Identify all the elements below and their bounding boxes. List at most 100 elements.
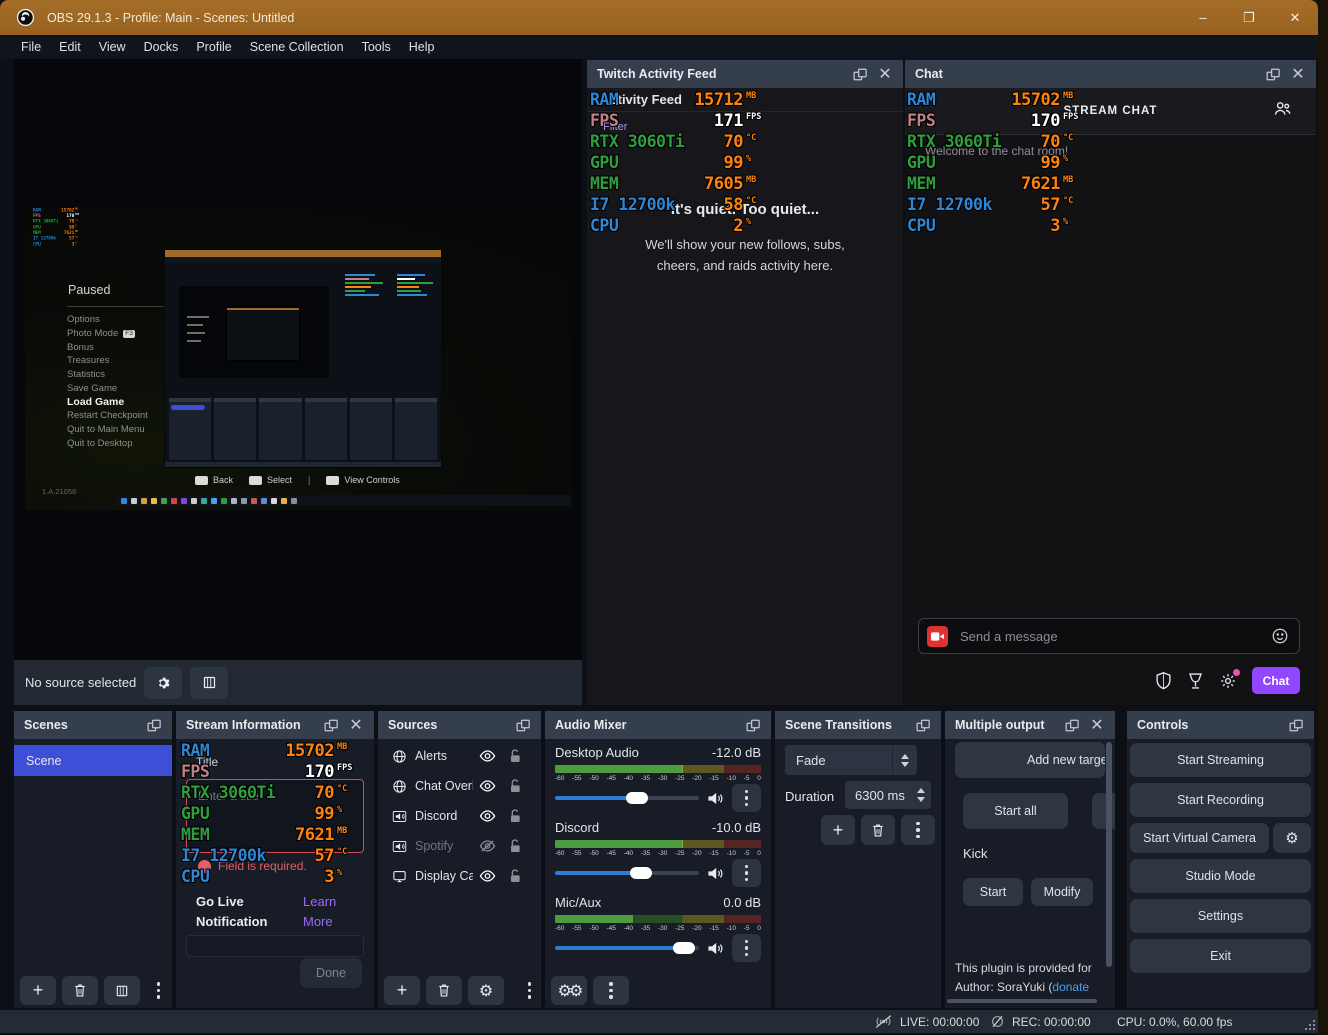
close-icon[interactable]: ✕: [1290, 67, 1306, 81]
menu-item[interactable]: Edit: [50, 37, 90, 57]
info-dock-header[interactable]: Stream Information ✕: [176, 711, 374, 739]
scene-filters-button[interactable]: [104, 976, 140, 1005]
sources-more-button[interactable]: [528, 982, 532, 999]
scenes-dock-header[interactable]: Scenes: [14, 711, 172, 739]
mixer-more-button[interactable]: [593, 976, 629, 1005]
add-transition-button[interactable]: +: [821, 815, 855, 845]
popout-icon[interactable]: [852, 67, 868, 81]
source-properties-button[interactable]: ⚙: [468, 976, 504, 1005]
resize-grip[interactable]: [1305, 1020, 1315, 1030]
multiout-dock-header[interactable]: Multiple output ✕: [945, 711, 1115, 739]
chat-send-button[interactable]: Chat: [1252, 667, 1300, 694]
start-streaming-button[interactable]: Start Streaming: [1130, 743, 1311, 777]
maximize-button[interactable]: ❐: [1226, 0, 1272, 35]
volume-slider[interactable]: [555, 796, 699, 800]
source-row[interactable]: Alerts: [378, 741, 541, 771]
sources-dock-header[interactable]: Sources: [378, 711, 541, 739]
source-row[interactable]: Chat Overlay: [378, 771, 541, 801]
menu-item[interactable]: File: [12, 37, 50, 57]
exit-button[interactable]: Exit: [1130, 939, 1311, 973]
source-row[interactable]: Display Capture: [378, 861, 541, 891]
menu-item[interactable]: Help: [400, 37, 444, 57]
channel-options-button[interactable]: [732, 784, 761, 812]
popout-icon[interactable]: [915, 718, 931, 732]
transitions-dock-header[interactable]: Scene Transitions: [775, 711, 941, 739]
popout-icon[interactable]: [745, 718, 761, 732]
remove-transition-button[interactable]: [861, 815, 895, 845]
studio-mode-button[interactable]: Studio Mode: [1130, 859, 1311, 893]
remove-scene-button[interactable]: [62, 976, 98, 1005]
vertical-scrollbar[interactable]: [1106, 742, 1112, 967]
lock-toggle[interactable]: [508, 868, 522, 884]
scenes-more-button[interactable]: [157, 982, 161, 999]
advanced-audio-button[interactable]: ⚙⚙: [551, 976, 587, 1005]
channel-options-button[interactable]: [732, 934, 761, 962]
transition-more-button[interactable]: [901, 815, 935, 845]
chat-settings-icon[interactable]: [1219, 672, 1237, 690]
mute-toggle-icon[interactable]: [707, 791, 724, 806]
transition-select[interactable]: Fade: [785, 745, 917, 775]
mixer-dock-header[interactable]: Audio Mixer: [545, 711, 771, 739]
popout-icon[interactable]: [1265, 67, 1281, 81]
bits-icon[interactable]: [1187, 672, 1204, 690]
close-icon[interactable]: ✕: [877, 67, 893, 81]
volume-slider[interactable]: [555, 871, 699, 875]
chat-input-box[interactable]: [918, 618, 1300, 654]
add-new-target-button[interactable]: Add new target: [955, 742, 1105, 778]
popout-icon[interactable]: [146, 718, 162, 732]
horizontal-scrollbar[interactable]: [947, 999, 1097, 1003]
stream-title-input[interactable]: [196, 788, 350, 804]
duration-spinner[interactable]: 6300 ms: [845, 781, 931, 809]
menu-item[interactable]: Profile: [187, 37, 240, 57]
menu-item[interactable]: Scene Collection: [241, 37, 353, 57]
title-input-invalid[interactable]: [186, 779, 364, 853]
source-properties-button[interactable]: [144, 667, 182, 699]
close-button[interactable]: ✕: [1272, 0, 1318, 35]
spinner-arrows-icon[interactable]: [911, 781, 931, 809]
notification-dropdown[interactable]: [186, 935, 364, 957]
add-scene-button[interactable]: +: [20, 976, 56, 1005]
target-start-button[interactable]: Start: [963, 878, 1023, 906]
chat-dock-header[interactable]: Chat ✕: [905, 60, 1316, 88]
visibility-toggle[interactable]: [477, 809, 497, 823]
lock-toggle[interactable]: [508, 748, 522, 764]
emote-icon[interactable]: [1271, 627, 1289, 645]
volume-slider[interactable]: [555, 946, 699, 950]
learn-more-link[interactable]: LearnMore: [303, 892, 336, 932]
visibility-toggle[interactable]: [477, 869, 497, 883]
add-source-button[interactable]: +: [384, 976, 420, 1005]
remove-source-button[interactable]: [426, 976, 462, 1005]
donate-link[interactable]: donate: [1052, 980, 1089, 994]
start-recording-button[interactable]: Start Recording: [1130, 783, 1311, 817]
popout-icon[interactable]: [323, 718, 339, 732]
settings-button[interactable]: Settings: [1130, 899, 1311, 933]
close-icon[interactable]: ✕: [1089, 718, 1105, 732]
close-icon[interactable]: ✕: [348, 718, 364, 732]
filters-button[interactable]: [190, 667, 228, 699]
source-row[interactable]: Discord: [378, 801, 541, 831]
mute-toggle-icon[interactable]: [707, 941, 724, 956]
menu-item[interactable]: View: [90, 37, 135, 57]
scene-list-item[interactable]: Scene: [14, 745, 172, 776]
channel-options-button[interactable]: [732, 859, 761, 887]
virtual-camera-settings-button[interactable]: ⚙: [1273, 823, 1311, 853]
target-modify-button[interactable]: Modify: [1031, 878, 1093, 906]
start-virtual-camera-button[interactable]: Start Virtual Camera: [1130, 823, 1269, 853]
menu-item[interactable]: Tools: [353, 37, 400, 57]
done-button[interactable]: Done: [300, 958, 362, 988]
minimize-button[interactable]: –: [1180, 0, 1226, 35]
viewers-icon[interactable]: [1273, 100, 1292, 117]
lock-toggle[interactable]: [508, 778, 522, 794]
mute-toggle-icon[interactable]: [707, 866, 724, 881]
visibility-toggle[interactable]: [477, 839, 497, 853]
lock-toggle[interactable]: [508, 838, 522, 854]
source-row[interactable]: Spotify: [378, 831, 541, 861]
lock-toggle[interactable]: [508, 808, 522, 824]
controls-dock-header[interactable]: Controls: [1127, 711, 1314, 739]
visibility-toggle[interactable]: [477, 779, 497, 793]
chat-message-input[interactable]: [958, 628, 1271, 645]
popout-icon[interactable]: [1064, 718, 1080, 732]
moderation-shield-icon[interactable]: [1155, 671, 1172, 690]
title-bar[interactable]: OBS 29.1.3 - Profile: Main - Scenes: Unt…: [0, 0, 1318, 35]
menu-item[interactable]: Docks: [135, 37, 188, 57]
